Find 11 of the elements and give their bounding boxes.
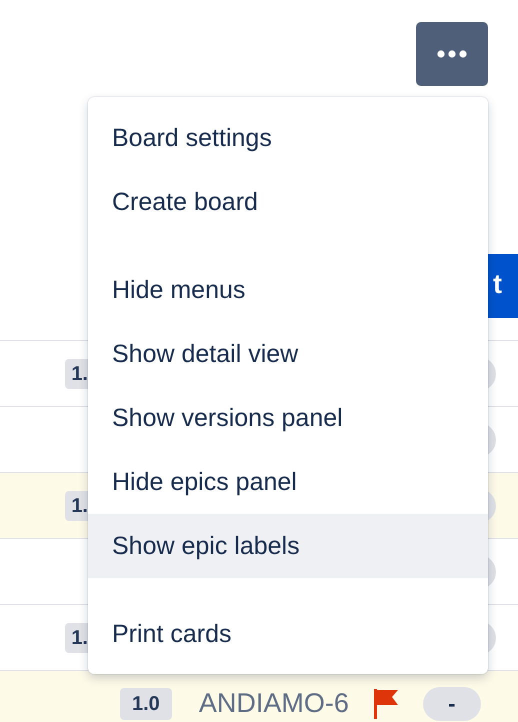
more-button[interactable]: [416, 22, 488, 86]
version-badge: 1.0: [120, 688, 172, 720]
menu-item[interactable]: Board settings: [88, 106, 488, 170]
more-icon: [437, 50, 467, 58]
version-badge: 1.: [65, 358, 88, 388]
issue-key[interactable]: ANDIAMO-6: [198, 688, 349, 719]
version-badge: 1.: [65, 490, 88, 520]
menu-item[interactable]: Hide menus: [88, 258, 488, 322]
version-badge: 1.: [65, 622, 88, 652]
estimate-pill: -: [422, 686, 481, 720]
menu-item[interactable]: Create board: [88, 170, 488, 234]
